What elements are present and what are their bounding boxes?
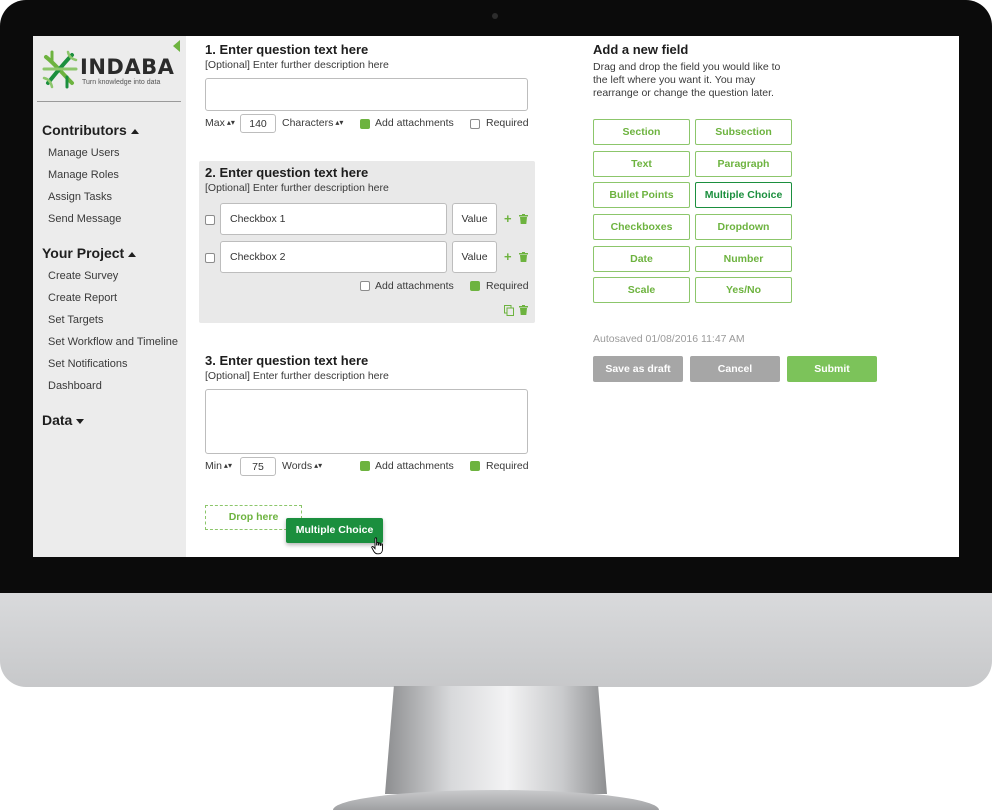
nav-section-contributors[interactable]: Contributors bbox=[42, 122, 139, 138]
nav-item-send-message[interactable]: Send Message bbox=[48, 213, 121, 225]
field-section-button[interactable]: Section bbox=[593, 119, 690, 145]
nav-item-dashboard[interactable]: Dashboard bbox=[48, 380, 102, 392]
question-3-description[interactable]: [Optional] Enter further description her… bbox=[205, 370, 389, 382]
trash-icon[interactable] bbox=[519, 252, 528, 262]
option-1-label-input[interactable]: Checkbox 1 bbox=[220, 203, 447, 235]
question-3-title[interactable]: 3. Enter question text here bbox=[205, 353, 368, 368]
field-bullet-points-button[interactable]: Bullet Points bbox=[593, 182, 690, 208]
nav-item-set-targets[interactable]: Set Targets bbox=[48, 314, 103, 326]
question-3-attachments-checkbox[interactable] bbox=[360, 461, 370, 471]
nav-item-set-notifications[interactable]: Set Notifications bbox=[48, 358, 127, 370]
field-number-button[interactable]: Number bbox=[695, 246, 792, 272]
question-3-required-checkbox[interactable] bbox=[470, 461, 480, 471]
chevron-up-icon bbox=[130, 128, 139, 134]
monitor-chin bbox=[0, 593, 992, 687]
add-field-title: Add a new field bbox=[593, 42, 689, 57]
field-yes-no-button[interactable]: Yes/No bbox=[695, 277, 792, 303]
option-1-checkbox[interactable] bbox=[205, 215, 215, 225]
nav-item-set-workflow[interactable]: Set Workflow and Timeline bbox=[48, 336, 178, 348]
question-1-limit-input[interactable]: 140 bbox=[240, 114, 276, 133]
field-subsection-button[interactable]: Subsection bbox=[695, 119, 792, 145]
question-1-unit-select[interactable]: Characters ▴▾ bbox=[282, 117, 343, 129]
sort-arrows-icon: ▴▾ bbox=[314, 461, 323, 470]
option-2-label-input[interactable]: Checkbox 2 bbox=[220, 241, 447, 273]
brand-tagline: Turn knowledge into data bbox=[82, 79, 161, 86]
field-checkboxes-button[interactable]: Checkboxes bbox=[593, 214, 690, 240]
option-2-checkbox[interactable] bbox=[205, 253, 215, 263]
monitor-stand bbox=[385, 686, 607, 794]
add-option-icon[interactable]: + bbox=[504, 212, 512, 225]
camera-dot bbox=[492, 13, 498, 19]
sort-arrows-icon: ▴▾ bbox=[226, 118, 235, 127]
dragged-field-chip[interactable]: Multiple Choice bbox=[286, 518, 383, 543]
field-paragraph-button[interactable]: Paragraph bbox=[695, 151, 792, 177]
app-screen: INDABA Turn knowledge into data Contribu… bbox=[33, 36, 959, 557]
brand-name: INDABA bbox=[80, 55, 175, 79]
question-2-attachments-label: Add attachments bbox=[375, 280, 454, 292]
option-2-value-input[interactable]: Value bbox=[452, 241, 497, 273]
field-scale-button[interactable]: Scale bbox=[593, 277, 690, 303]
monitor-stand-base bbox=[333, 790, 659, 810]
nav-item-manage-roles[interactable]: Manage Roles bbox=[48, 169, 119, 181]
nav-item-create-report[interactable]: Create Report bbox=[48, 292, 117, 304]
question-1-attachments-checkbox[interactable] bbox=[360, 119, 370, 129]
nav-item-create-survey[interactable]: Create Survey bbox=[48, 270, 118, 282]
duplicate-icon[interactable] bbox=[504, 305, 514, 316]
cancel-button[interactable]: Cancel bbox=[690, 356, 780, 382]
logo: INDABA Turn knowledge into data bbox=[42, 49, 177, 91]
question-2-title[interactable]: 2. Enter question text here bbox=[205, 165, 368, 180]
field-multiple-choice-button[interactable]: Multiple Choice bbox=[695, 182, 792, 208]
question-1-title[interactable]: 1. Enter question text here bbox=[205, 42, 368, 57]
sort-arrows-icon: ▴▾ bbox=[335, 118, 344, 127]
field-date-button[interactable]: Date bbox=[593, 246, 690, 272]
indaba-logo-icon bbox=[42, 50, 78, 89]
sidebar: INDABA Turn knowledge into data Contribu… bbox=[33, 36, 186, 557]
save-draft-button[interactable]: Save as draft bbox=[593, 356, 683, 382]
delete-question-icon[interactable] bbox=[519, 305, 528, 315]
question-1-answer-box[interactable] bbox=[205, 78, 528, 111]
autosave-status: Autosaved 01/08/2016 11:47 AM bbox=[593, 333, 745, 345]
field-dropdown-button[interactable]: Dropdown bbox=[695, 214, 792, 240]
question-3-answer-box[interactable] bbox=[205, 389, 528, 454]
chevron-up-icon bbox=[128, 251, 137, 257]
question-3-attachments-label: Add attachments bbox=[375, 460, 454, 472]
question-3-limit-select[interactable]: Min ▴▾ bbox=[205, 460, 232, 472]
question-3-unit-select[interactable]: Words ▴▾ bbox=[282, 460, 322, 472]
question-1-limit-select[interactable]: Max ▴▾ bbox=[205, 117, 235, 129]
nav-item-assign-tasks[interactable]: Assign Tasks bbox=[48, 191, 112, 203]
add-field-description: Drag and drop the field you would like t… bbox=[593, 61, 781, 99]
question-1-required-label: Required bbox=[486, 117, 529, 129]
field-text-button[interactable]: Text bbox=[593, 151, 690, 177]
question-2-description[interactable]: [Optional] Enter further description her… bbox=[205, 182, 389, 194]
question-1-description[interactable]: [Optional] Enter further description her… bbox=[205, 59, 389, 71]
question-1-attachments-label: Add attachments bbox=[375, 117, 454, 129]
logo-divider bbox=[37, 101, 181, 102]
add-option-icon[interactable]: + bbox=[504, 250, 512, 263]
hand-cursor-icon bbox=[371, 537, 383, 555]
question-3-limit-input[interactable]: 75 bbox=[240, 457, 276, 476]
trash-icon[interactable] bbox=[519, 214, 528, 224]
question-2-attachments-checkbox[interactable] bbox=[360, 281, 370, 291]
question-3-required-label: Required bbox=[486, 460, 529, 472]
nav-item-manage-users[interactable]: Manage Users bbox=[48, 147, 120, 159]
question-2-required-label: Required bbox=[486, 280, 529, 292]
nav-section-data[interactable]: Data bbox=[42, 412, 85, 428]
question-1-required-checkbox[interactable] bbox=[470, 119, 480, 129]
option-1-value-input[interactable]: Value bbox=[452, 203, 497, 235]
chevron-down-icon bbox=[76, 418, 85, 424]
question-2-required-checkbox[interactable] bbox=[470, 281, 480, 291]
sort-arrows-icon: ▴▾ bbox=[223, 461, 232, 470]
nav-section-your-project[interactable]: Your Project bbox=[42, 245, 137, 261]
submit-button[interactable]: Submit bbox=[787, 356, 877, 382]
